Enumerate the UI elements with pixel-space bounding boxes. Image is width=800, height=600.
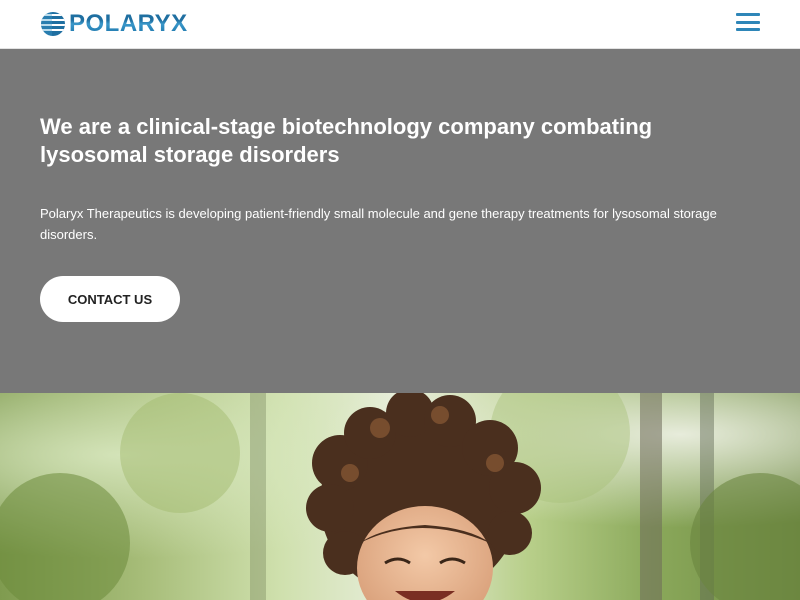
contact-us-button[interactable]: CONTACT US bbox=[40, 276, 180, 322]
hero-description: Polaryx Therapeutics is developing patie… bbox=[40, 206, 717, 242]
photo-illustration bbox=[0, 393, 800, 600]
polaryx-logo[interactable]: POLARYX bbox=[40, 11, 188, 37]
menu-bar bbox=[736, 20, 760, 24]
menu-bar bbox=[736, 28, 760, 31]
hamburger-menu-icon[interactable] bbox=[736, 12, 760, 32]
menu-bar bbox=[736, 13, 760, 16]
site-header: POLARYX bbox=[0, 0, 800, 49]
logo-globe-icon bbox=[41, 12, 65, 36]
logo-text: POLARYX bbox=[69, 10, 188, 37]
hero-title: We are a clinical-stage biotechnology co… bbox=[40, 114, 653, 167]
hero-section: We are a clinical-stage biotechnology co… bbox=[0, 49, 800, 393]
child-photo bbox=[0, 393, 800, 600]
